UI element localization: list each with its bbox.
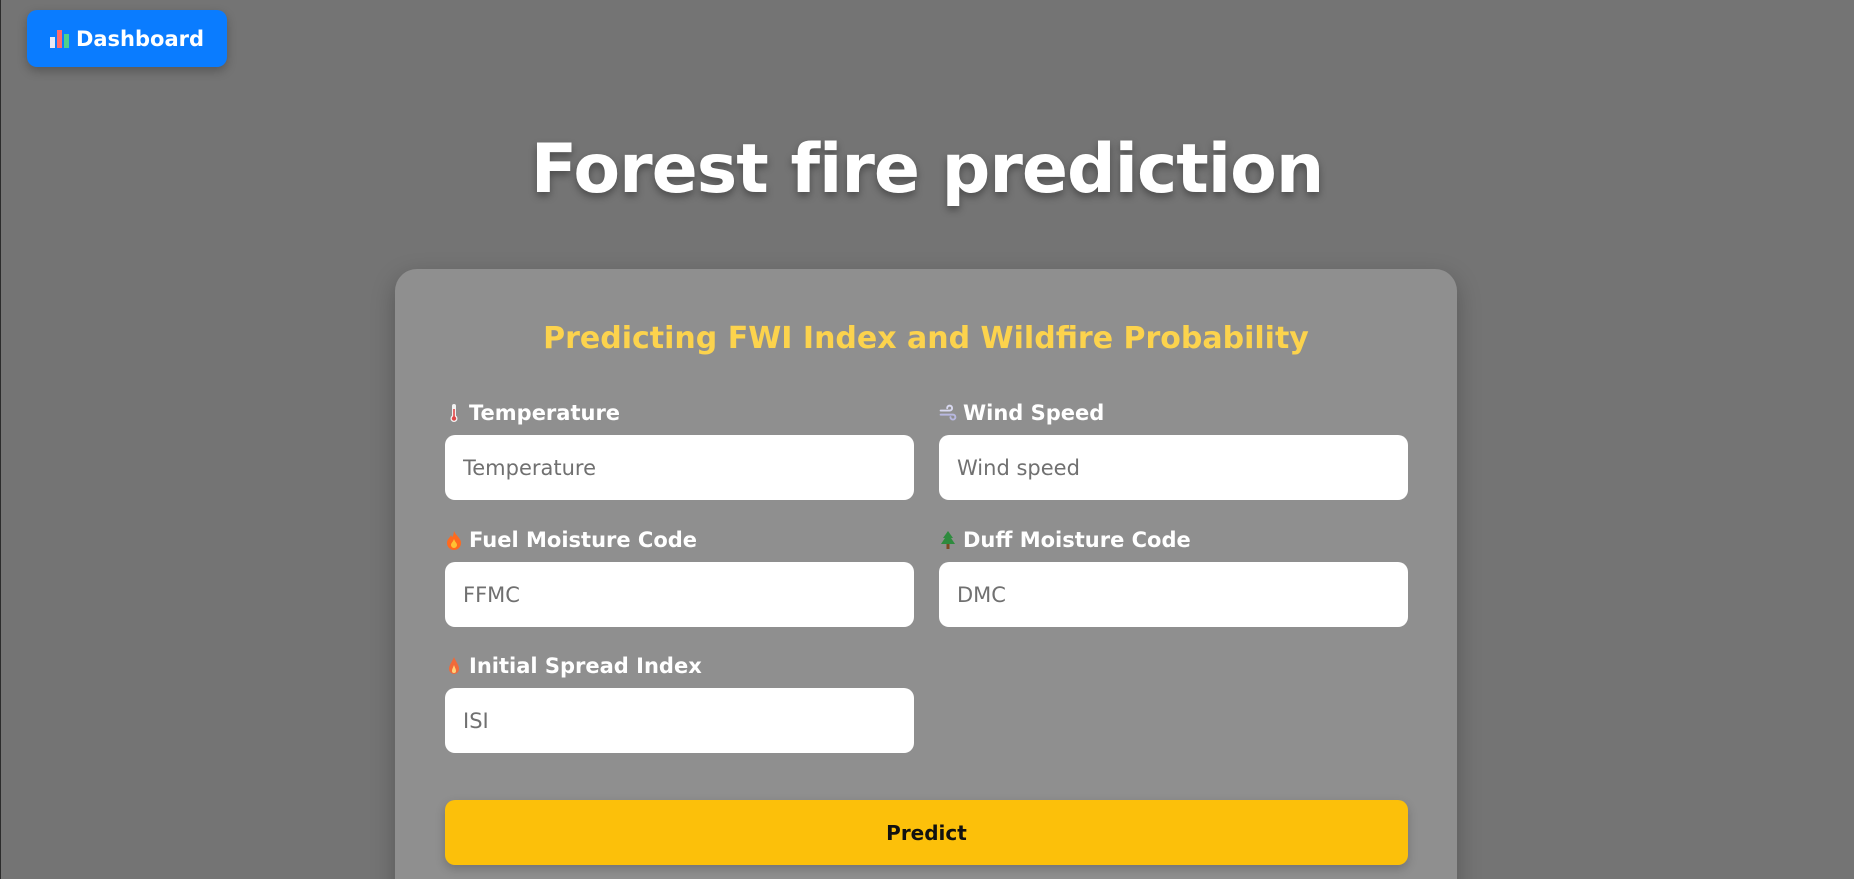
dmc-label: Duff Moisture Code xyxy=(939,527,1408,553)
dashboard-button[interactable]: Dashboard xyxy=(27,10,227,67)
predict-button[interactable]: Predict xyxy=(445,800,1408,865)
isi-input[interactable] xyxy=(445,688,914,753)
ffmc-label: Fuel Moisture Code xyxy=(445,527,914,553)
wind-speed-input[interactable] xyxy=(939,435,1408,500)
isi-label: Initial Spread Index xyxy=(445,653,914,679)
dmc-field: Duff Moisture Code xyxy=(939,527,1408,627)
bar-chart-icon xyxy=(49,29,70,48)
prediction-form-card: Predicting FWI Index and Wildfire Probab… xyxy=(395,269,1457,879)
tree-icon xyxy=(939,529,957,551)
form-subtitle: Predicting FWI Index and Wildfire Probab… xyxy=(543,321,1309,356)
wind-speed-label: Wind Speed xyxy=(939,400,1408,426)
wind-speed-field: Wind Speed xyxy=(939,400,1408,500)
wind-icon xyxy=(939,402,957,424)
temperature-label: Temperature xyxy=(445,400,914,426)
dashboard-label: Dashboard xyxy=(75,26,205,51)
ffmc-input[interactable] xyxy=(445,562,914,627)
thermometer-icon xyxy=(445,402,463,424)
flame-icon xyxy=(445,655,463,677)
temperature-field: Temperature xyxy=(445,400,914,500)
page-title: Forest fire prediction xyxy=(530,130,1325,209)
dmc-input[interactable] xyxy=(939,562,1408,627)
fire-icon xyxy=(445,529,463,551)
isi-field: Initial Spread Index xyxy=(445,653,914,753)
ffmc-field: Fuel Moisture Code xyxy=(445,527,914,627)
temperature-input[interactable] xyxy=(445,435,914,500)
